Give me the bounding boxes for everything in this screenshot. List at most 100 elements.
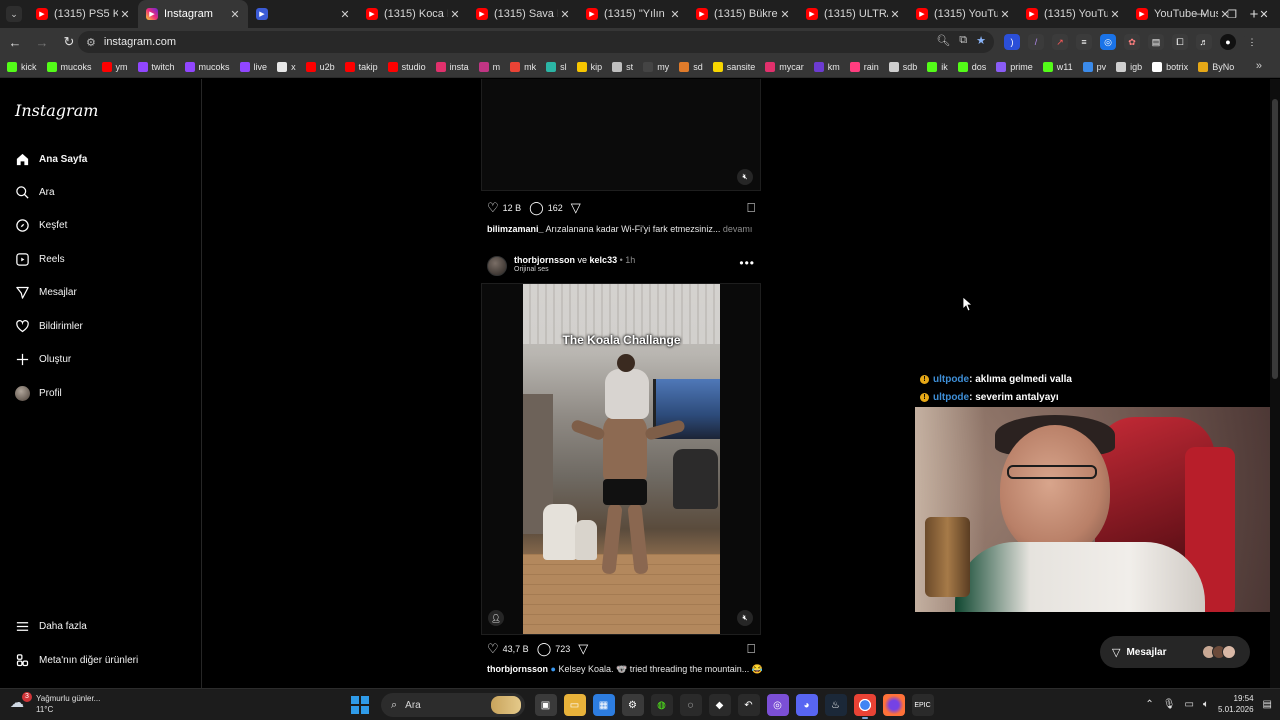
bookmark-item[interactable]: mucoks — [46, 61, 92, 72]
chrome-icon[interactable] — [853, 694, 876, 719]
bookmark-item[interactable]: km — [813, 61, 840, 72]
browser-tab[interactable]: ▶ (1315) YouTube✕ — [1018, 0, 1128, 28]
nav-notifications[interactable]: Bildirimler — [14, 313, 83, 339]
app-icon[interactable]: ◎ — [766, 694, 789, 716]
bookmark-item[interactable]: takip — [344, 61, 378, 72]
xbox-icon[interactable]: ◍ — [650, 694, 673, 716]
bookmark-item[interactable]: x — [277, 61, 296, 72]
extension-icon[interactable]: ✿ — [1124, 34, 1140, 50]
caption-author[interactable]: thorbjornsson — [487, 664, 548, 674]
microphone-icon[interactable]: 🎙︎ — [1163, 699, 1176, 710]
clock[interactable]: 19:54 5.01.2026 — [1218, 693, 1254, 715]
caption-more-link[interactable]: devamı — [723, 224, 753, 234]
task-view-icon[interactable]: ▣ — [534, 694, 557, 716]
extension-icon[interactable]: / — [1028, 34, 1044, 50]
site-info-icon[interactable]: ⚙ — [86, 36, 96, 49]
bookmark-item[interactable]: igb — [1116, 61, 1142, 72]
messages-floating-button[interactable]: ▽ Mesajlar — [1100, 636, 1250, 668]
close-tab-icon[interactable]: ✕ — [998, 8, 1012, 21]
bookmark-item[interactable]: m — [478, 61, 500, 72]
app-icon[interactable]: ↶ — [737, 694, 760, 716]
post-video[interactable]: The Koala Challange 👤︎ 🔇︎ — [481, 283, 761, 635]
share-icon[interactable]: ▽ — [578, 641, 588, 657]
muted-speaker-icon[interactable]: 🔇︎ — [737, 610, 753, 626]
caption-author[interactable]: bilimzamani_ — [487, 224, 544, 234]
browser-tab[interactable]: ▶ (1315) Koca Bir Y✕ — [358, 0, 468, 28]
browser-tab[interactable]: ▶ (1315) "Yılın İlk Vi✕ — [578, 0, 688, 28]
bookmark-save-icon[interactable]: ⎕ — [747, 641, 755, 657]
extension-icon[interactable]: ) — [1004, 34, 1020, 50]
bookmark-item[interactable]: pv — [1082, 61, 1106, 72]
bookmark-item[interactable]: live — [239, 61, 267, 72]
bookmark-item[interactable]: prime — [996, 61, 1033, 72]
nav-more[interactable]: Daha fazla — [14, 613, 87, 639]
close-tab-icon[interactable]: ✕ — [118, 8, 132, 21]
post-video[interactable]: 🔇︎ — [481, 79, 761, 191]
browser-tab[interactable]: ▶ (1315) PS5 KIRILD✕ — [28, 0, 138, 28]
bookmark-item[interactable]: sdb — [888, 61, 917, 72]
close-tab-icon[interactable]: ✕ — [1108, 8, 1122, 21]
post-audio[interactable]: Orijinal ses — [514, 266, 549, 273]
steam-icon[interactable]: ♨ — [824, 694, 847, 716]
browser-tab[interactable]: ▶ (1315) YouTube✕ — [908, 0, 1018, 28]
address-bar[interactable]: ⚙ instagram.com 🔍︎ ⧉ ★ — [78, 31, 994, 53]
instagram-logo[interactable]: Instagram — [15, 101, 98, 120]
bookmark-item[interactable]: mycar — [765, 61, 804, 72]
minimize-button[interactable]: — — [1184, 0, 1216, 28]
close-window-button[interactable]: ✕ — [1248, 0, 1280, 28]
bookmark-item[interactable]: ym — [101, 61, 128, 72]
bookmark-item[interactable]: kick — [7, 61, 37, 72]
profile-avatar[interactable]: ● — [1220, 34, 1236, 50]
bookmark-item[interactable]: w11 — [1042, 61, 1073, 72]
scrollbar-thumb[interactable] — [1272, 99, 1278, 379]
bookmark-item[interactable]: st — [612, 61, 633, 72]
share-icon[interactable]: ▽ — [571, 200, 581, 216]
author-name[interactable]: thorbjornsson — [514, 255, 575, 265]
epic-games-icon[interactable]: EPIC — [911, 694, 934, 716]
nav-meta-products[interactable]: Meta'nın diğer ürünleri — [14, 647, 138, 673]
install-app-icon[interactable]: ⧉ — [959, 34, 967, 47]
bookmark-item[interactable]: kip — [576, 61, 602, 72]
bookmark-item[interactable]: insta — [435, 61, 469, 72]
comment-icon[interactable]: ◯ — [529, 200, 544, 216]
back-button[interactable]: ← — [3, 30, 27, 54]
close-tab-icon[interactable]: ✕ — [778, 8, 792, 21]
more-options-icon[interactable]: ••• — [739, 256, 755, 270]
like-heart-icon[interactable]: ♡ — [487, 641, 499, 657]
bookmark-item[interactable]: sansite — [712, 61, 755, 72]
nav-profile[interactable]: Profil — [14, 380, 62, 406]
bookmarks-overflow-icon[interactable]: » — [1256, 60, 1262, 72]
close-tab-icon[interactable]: ✕ — [888, 8, 902, 21]
taskbar-search[interactable]: ⌕ Ara — [381, 693, 525, 717]
author-avatar[interactable] — [487, 256, 507, 276]
bookmark-item[interactable]: ByNo — [1198, 61, 1234, 72]
steam-like-icon[interactable]: ◆ — [708, 694, 731, 716]
bookmark-item[interactable]: ik — [927, 61, 948, 72]
nav-create[interactable]: Oluştur — [14, 346, 71, 372]
bookmark-item[interactable]: twitch — [137, 61, 175, 72]
store-icon[interactable]: ▦ — [592, 694, 615, 716]
close-tab-icon[interactable]: ✕ — [228, 8, 242, 21]
close-tab-icon[interactable]: ✕ — [558, 8, 572, 21]
bookmark-item[interactable]: my — [643, 61, 669, 72]
extension-icon[interactable]: ▤ — [1148, 34, 1164, 50]
weather-widget[interactable]: ☁ 3 Yağmurlu günler... 11°C — [10, 692, 100, 715]
bookmark-save-icon[interactable]: ⎕ — [747, 200, 755, 216]
tray-overflow-icon[interactable]: ⌃ — [1145, 699, 1153, 710]
network-icon[interactable]: ▭ — [1185, 699, 1194, 710]
bookmark-item[interactable]: dos — [957, 61, 986, 72]
maximize-button[interactable]: ❐ — [1216, 0, 1248, 28]
muted-speaker-icon[interactable]: 🔇︎ — [737, 169, 753, 185]
browser-tab[interactable]: ▶ ✕ — [248, 0, 358, 28]
nav-messages[interactable]: Mesajlar — [14, 279, 77, 305]
file-explorer-icon[interactable]: ▭ — [563, 694, 586, 716]
browser-tab[interactable]: ▶ Instagram ✕ — [138, 0, 248, 28]
bookmark-item[interactable]: sl — [546, 61, 567, 72]
tagged-people-icon[interactable]: 👤︎ — [488, 610, 504, 626]
browser-menu-icon[interactable]: ⋮ — [1244, 34, 1260, 50]
extension-icon[interactable]: ≡ — [1076, 34, 1092, 50]
bookmark-item[interactable]: botrix — [1152, 61, 1188, 72]
nav-explore[interactable]: Keşfet — [14, 212, 67, 238]
bookmark-item[interactable]: mk — [510, 61, 536, 72]
close-tab-icon[interactable]: ✕ — [448, 8, 462, 21]
